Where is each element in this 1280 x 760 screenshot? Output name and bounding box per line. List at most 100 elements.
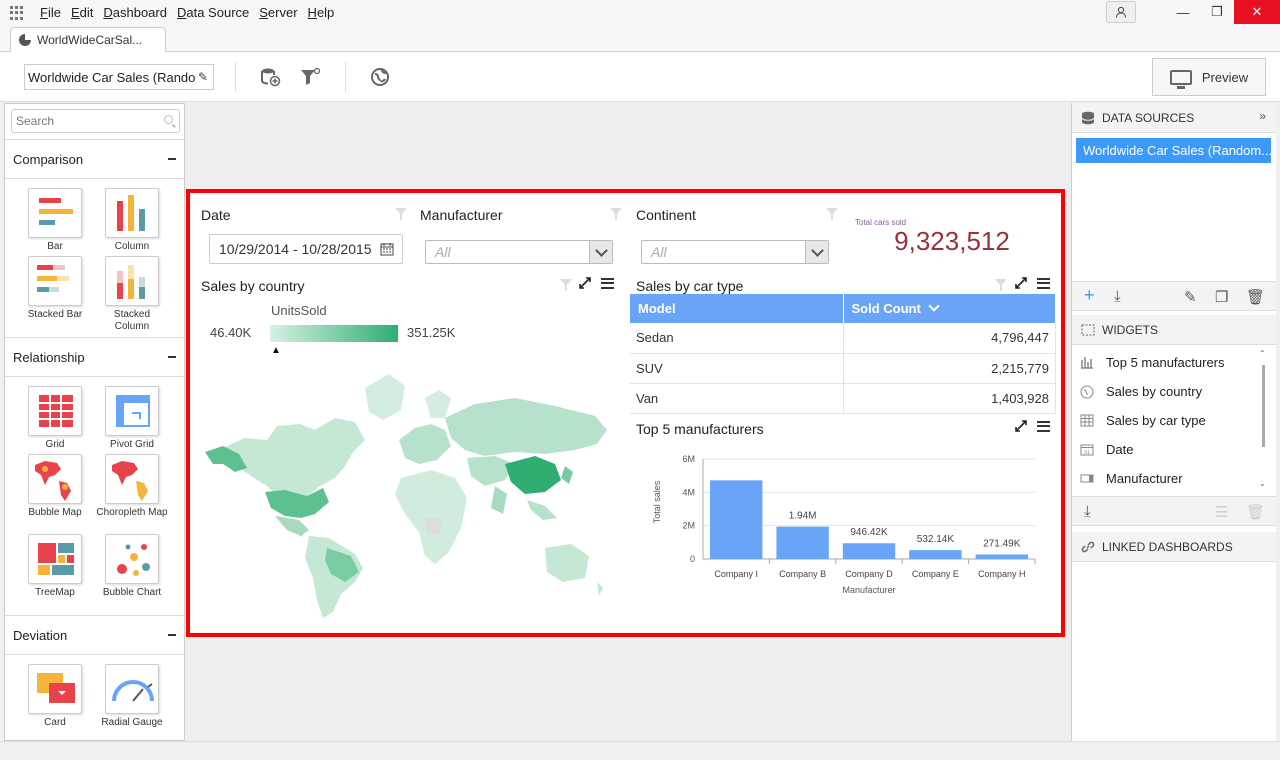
add-icon[interactable]: + — [1084, 285, 1095, 306]
menu-dashboard[interactable]: Dashboard — [103, 5, 167, 20]
continent-filter-widget[interactable]: Continent All — [630, 200, 843, 270]
bar[interactable] — [710, 480, 763, 559]
widget-list-item[interactable]: Sales by country — [1080, 384, 1202, 399]
section-deviation[interactable]: Deviation — [5, 615, 184, 655]
continent-select[interactable]: All — [641, 240, 829, 264]
palette-item-label: Radial Gauge — [101, 717, 163, 728]
add-data-source-icon[interactable] — [258, 65, 282, 89]
palette-item-grid[interactable]: Grid — [19, 386, 91, 451]
data-source-item[interactable]: Worldwide Car Sales (Random... — [1076, 138, 1271, 163]
menu-data-source[interactable]: Data Source — [177, 5, 249, 20]
bar[interactable] — [842, 543, 896, 559]
restore-button[interactable]: ❐ — [1200, 0, 1234, 24]
manufacturer-filter-widget[interactable]: Manufacturer All — [414, 200, 626, 270]
palette-item-stacked-column[interactable]: Stacked Column — [96, 256, 168, 333]
data-sources-header[interactable]: DATA SOURCES » — [1072, 103, 1276, 133]
table-row[interactable]: Van 1,403,928 — [630, 383, 1056, 414]
chevron-down-icon[interactable] — [589, 241, 612, 263]
pencil-icon[interactable]: ✎ — [198, 70, 208, 84]
expand-icon[interactable] — [1015, 420, 1027, 432]
list-icon[interactable]: ☰ — [1215, 503, 1228, 521]
bar[interactable] — [909, 550, 962, 559]
manufacturer-select-value: All — [435, 244, 451, 260]
widget-list-item[interactable]: Sales by car type — [1080, 413, 1206, 428]
table-row[interactable]: Sedan 4,796,447 — [630, 323, 1056, 354]
top-5-manufacturers-widget[interactable]: Top 5 manufacturers Total sales Manufact… — [630, 416, 1057, 625]
menu-icon[interactable] — [1037, 420, 1050, 432]
section-comparison[interactable]: Comparison — [5, 139, 184, 179]
collapse-icon[interactable] — [168, 356, 176, 358]
filter-icon[interactable] — [395, 208, 407, 220]
menu-icon[interactable] — [1037, 277, 1050, 289]
widget-list-item[interactable]: Top 5 manufacturers — [1080, 355, 1225, 370]
top-manufacturers-bar-chart[interactable]: Total sales Manufacturer 0 2M 4M 6M Company … — [630, 444, 1057, 625]
dashboard-filter-icon[interactable] — [298, 65, 322, 89]
widgets-header[interactable]: WIDGETS — [1072, 315, 1276, 345]
manufacturer-select[interactable]: All — [425, 240, 613, 264]
palette-item-stacked-bar[interactable]: Stacked Bar — [19, 256, 91, 321]
total-cars-sold-card[interactable]: Total cars sold 9,323,512 — [847, 200, 1057, 270]
copy-icon[interactable]: ❐ — [1215, 288, 1228, 306]
palette-item-treemap[interactable]: TreeMap — [19, 534, 91, 599]
scroll-down-icon[interactable]: ⌄ — [1259, 479, 1266, 488]
filter-icon[interactable] — [610, 208, 622, 220]
linked-dashboards-header[interactable]: LINKED DASHBOARDS — [1072, 532, 1276, 562]
palette-item-pivot-grid[interactable]: Pivot Grid — [96, 386, 168, 451]
import-icon[interactable]: ⤓ — [1084, 503, 1091, 520]
collapse-icon[interactable] — [168, 634, 176, 636]
palette-item-radial-gauge[interactable]: Radial Gauge — [96, 664, 168, 729]
menu-edit[interactable]: Edit — [71, 5, 93, 20]
close-button[interactable]: ✕ — [1234, 0, 1280, 24]
import-icon[interactable]: ⤓ — [1114, 288, 1121, 305]
menu-icon[interactable] — [601, 277, 614, 289]
expand-icon[interactable] — [1015, 277, 1027, 289]
palette-item-bubble-chart[interactable]: Bubble Chart — [96, 534, 168, 599]
scroll-up-icon[interactable]: ⌃ — [1259, 349, 1266, 358]
linked-dashboard-globe-icon[interactable] — [368, 65, 392, 89]
menu-help[interactable]: Help — [308, 5, 335, 20]
collapse-icon[interactable] — [168, 158, 176, 160]
world-choropleth-map[interactable] — [205, 368, 613, 623]
filter-icon[interactable] — [826, 208, 838, 220]
delete-icon[interactable]: 🗑 — [1246, 288, 1265, 306]
preview-button[interactable]: Preview — [1152, 58, 1266, 96]
filter-icon[interactable] — [560, 279, 572, 291]
edit-icon[interactable]: ✎ — [1184, 288, 1197, 306]
map-legend-min: 46.40K — [210, 325, 252, 340]
menu-server[interactable]: Server — [259, 5, 297, 20]
widget-list-item[interactable]: 31 Date — [1080, 442, 1133, 457]
date-filter-widget[interactable]: Date 10/29/2014 - 10/28/2015 — [197, 200, 411, 270]
widgets-scrollbar[interactable] — [1262, 365, 1265, 447]
menu-file[interactable]: File — [40, 5, 61, 20]
chevron-down-icon[interactable] — [805, 241, 828, 263]
bar[interactable] — [776, 526, 829, 559]
palette-item-choropleth-map[interactable]: Choropleth Map — [96, 454, 168, 519]
palette-item-column[interactable]: Column — [96, 188, 168, 253]
column-header-model[interactable]: Model — [630, 294, 844, 323]
sales-by-car-type-widget[interactable]: Sales by car type Model Sold Count Sedan… — [630, 273, 1057, 414]
document-tab[interactable]: WorldWideCarSal... — [10, 27, 166, 52]
car-type-table[interactable]: Model Sold Count Sedan 4,796,447 SUV 2,215… — [630, 294, 1056, 414]
minimize-button[interactable]: — — [1166, 0, 1200, 24]
column-header-sold-count[interactable]: Sold Count — [843, 294, 1056, 323]
calendar-icon[interactable] — [380, 242, 394, 256]
user-account-icon[interactable] — [1106, 1, 1136, 23]
app-grid-icon[interactable] — [10, 6, 24, 20]
dashboard-name-field[interactable]: Worldwide Car Sales (Rando ✎ — [24, 64, 214, 90]
delete-icon[interactable]: 🗑 — [1246, 503, 1265, 521]
widget-list-item[interactable]: Manufacturer — [1080, 471, 1183, 486]
palette-item-card[interactable]: Card — [19, 664, 91, 729]
collapse-panel-icon[interactable]: » — [1259, 109, 1266, 123]
bar[interactable] — [975, 554, 1028, 559]
filter-icon[interactable] — [995, 279, 1007, 291]
palette-item-bar[interactable]: Bar — [19, 188, 91, 253]
sort-descending-icon[interactable] — [928, 300, 941, 312]
sales-by-country-widget[interactable]: Sales by country UnitsSold 46.40K 351.25… — [197, 273, 625, 625]
table-row[interactable]: SUV 2,215,779 — [630, 353, 1056, 384]
expand-icon[interactable] — [579, 277, 591, 289]
palette-item-bubble-map[interactable]: Bubble Map — [19, 454, 91, 519]
palette-search-input[interactable]: Search — [11, 109, 180, 133]
section-relationship[interactable]: Relationship — [5, 337, 184, 377]
widget-list-label: Date — [1106, 442, 1134, 457]
date-range-input[interactable]: 10/29/2014 - 10/28/2015 — [209, 234, 403, 264]
